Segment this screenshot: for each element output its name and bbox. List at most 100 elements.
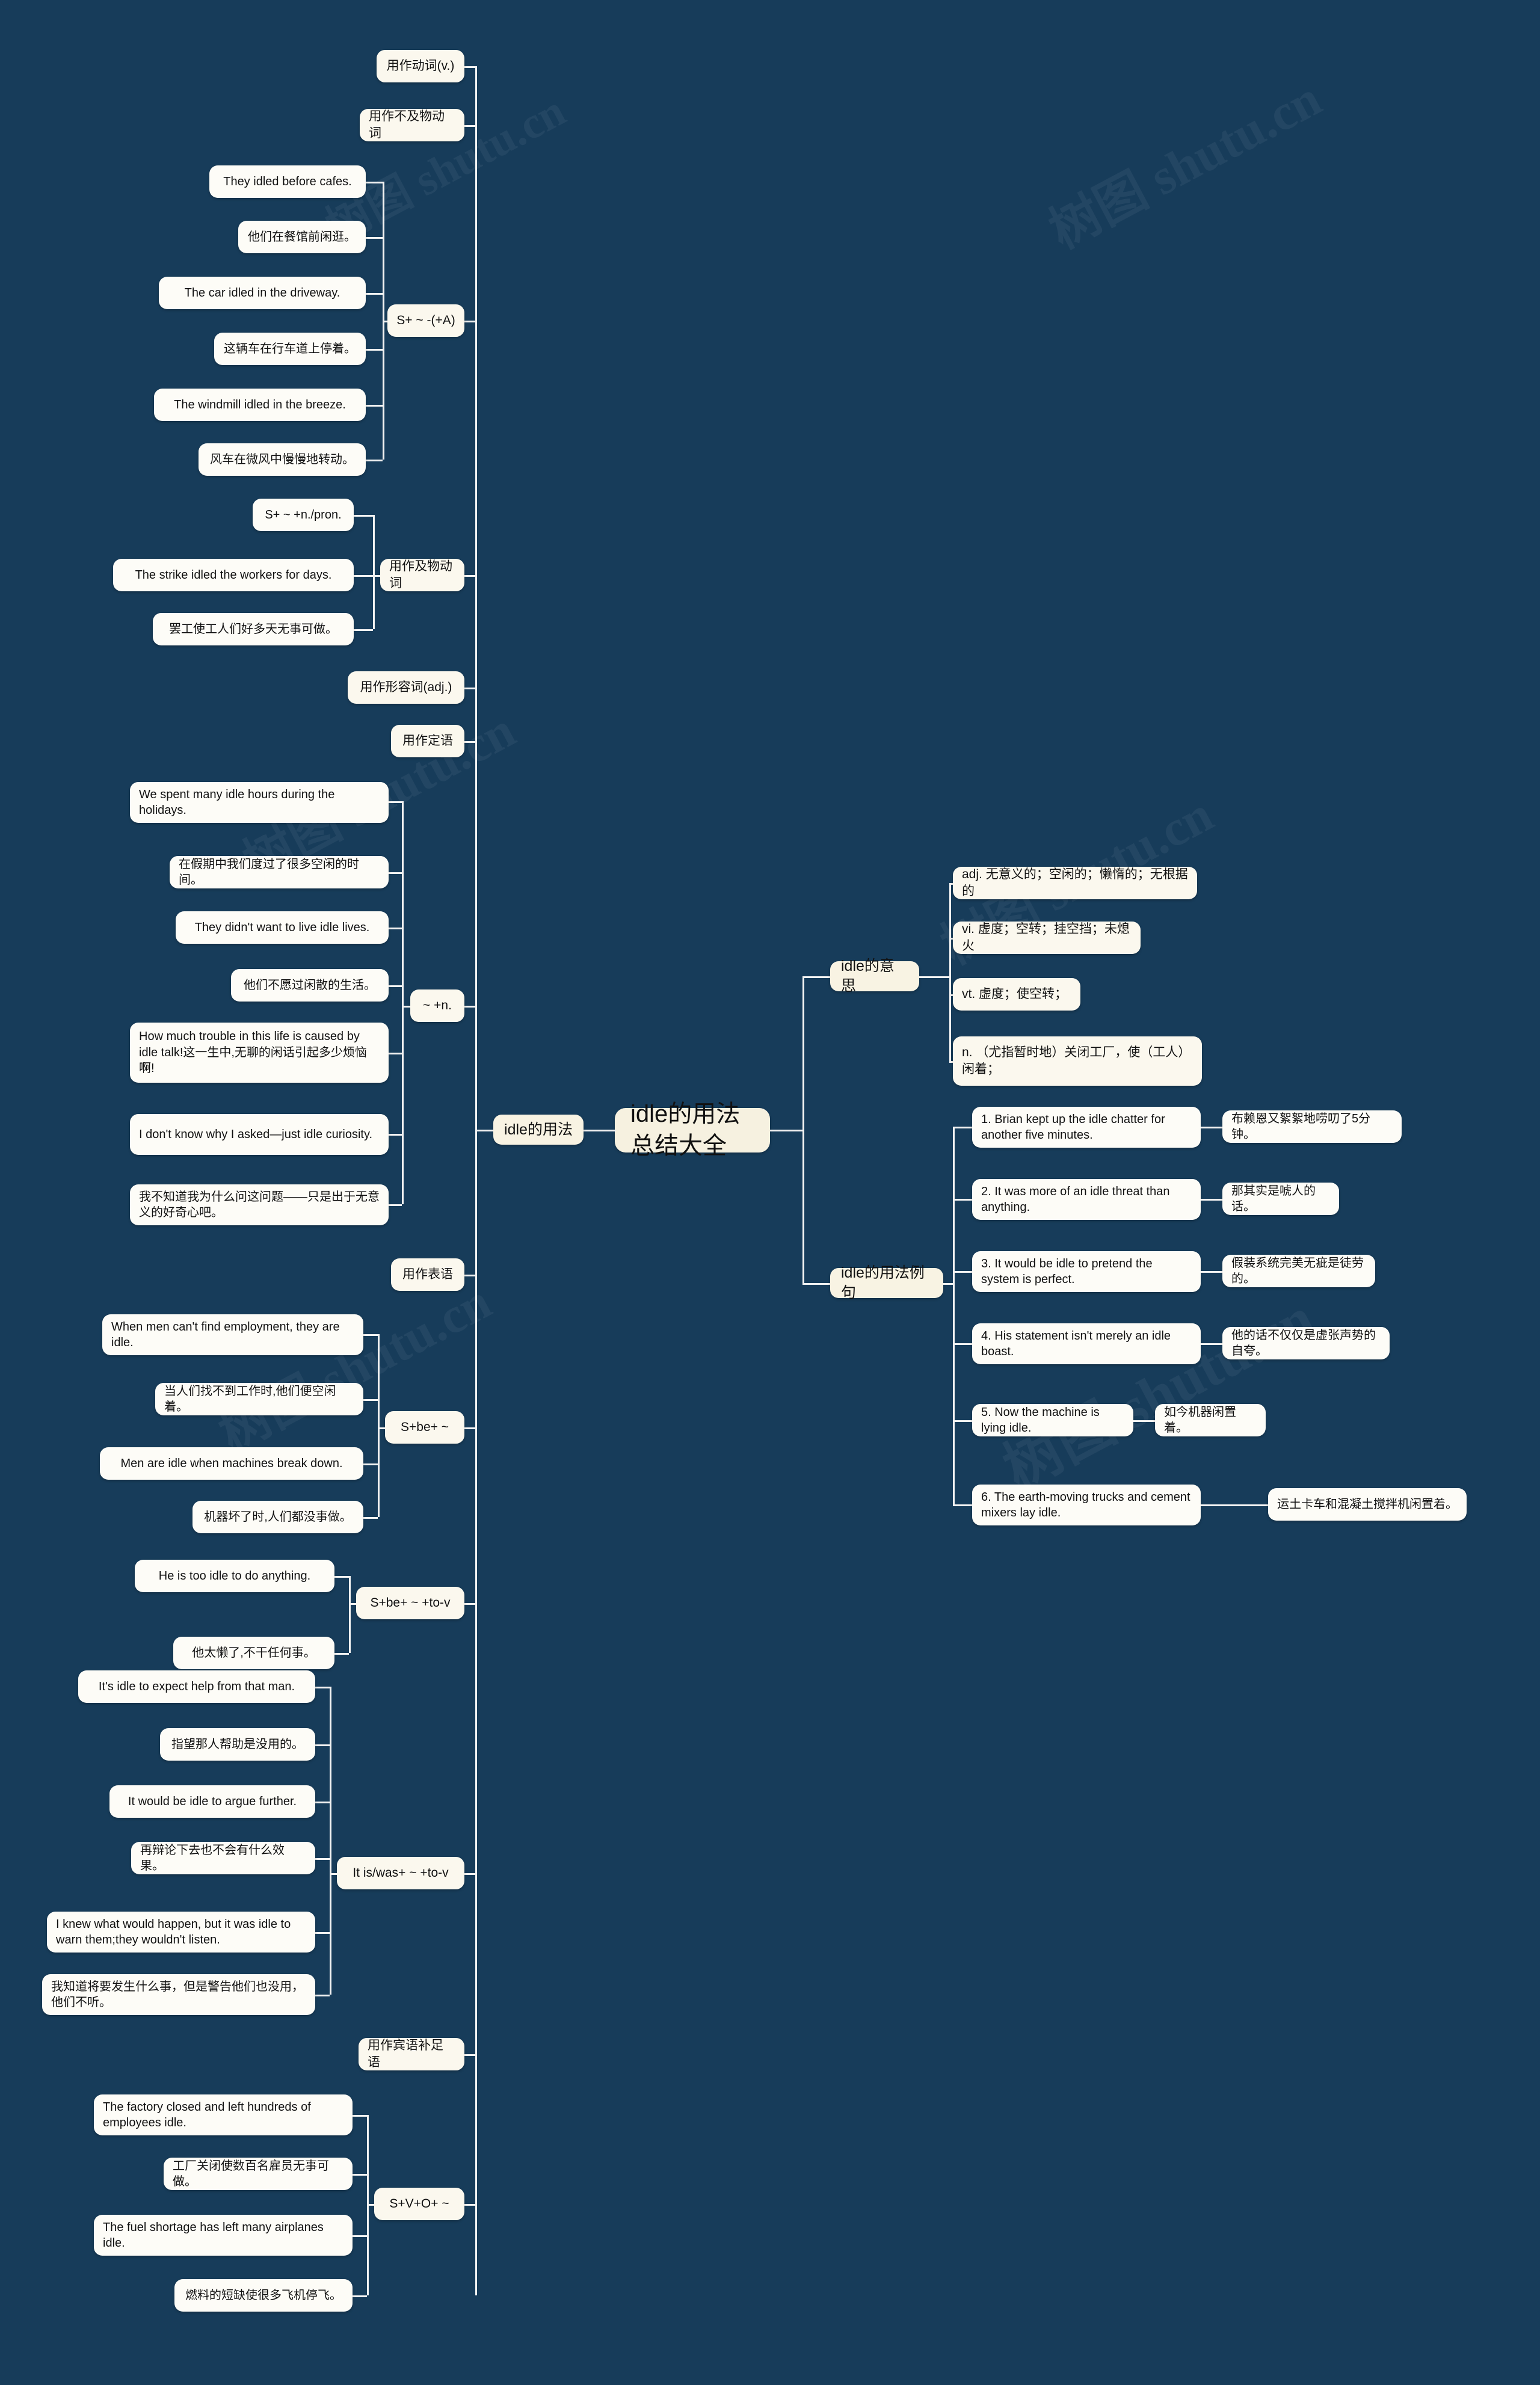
example-en[interactable]: 6. The earth-moving trucks and cement mi… — [972, 1485, 1201, 1525]
sentence-zh[interactable]: 这辆车在行车道上停着。 — [214, 333, 366, 365]
sentence-en[interactable]: The strike idled the workers for days. — [113, 559, 354, 591]
sentence-zh[interactable]: 机器坏了时,人们都没事做。 — [192, 1501, 363, 1533]
sentence-en[interactable]: It's idle to expect help from that man. — [78, 1670, 315, 1703]
pattern-s-be-tov[interactable]: S+be+ ~ +to-v — [356, 1587, 464, 1619]
usage-object-complement[interactable]: 用作宾语补足语 — [359, 2038, 464, 2070]
branch-meaning[interactable]: idle的意思 — [830, 958, 919, 994]
link-n-5 — [389, 1134, 402, 1136]
usage-verb[interactable]: 用作动词(v.) — [377, 50, 464, 82]
root-node[interactable]: idle的用法总结大全 — [615, 1101, 770, 1159]
sentence-zh[interactable]: 当人们找不到工作时,他们便空闲着。 — [155, 1383, 363, 1415]
sentence-en[interactable]: He is too idle to do anything. — [135, 1560, 334, 1592]
link-example-5-zh — [1201, 1504, 1268, 1506]
branch-examples[interactable]: idle的用法例句 — [830, 1264, 943, 1301]
link-itwas-2 — [315, 1802, 330, 1803]
sentence-en[interactable]: They idled before cafes. — [209, 165, 366, 198]
sentence-mixed[interactable]: How much trouble in this life is caused … — [130, 1023, 389, 1083]
sentence-en[interactable]: When men can't find employment, they are… — [102, 1314, 363, 1355]
link-trans-1 — [354, 575, 373, 577]
usage-transitive[interactable]: 用作及物动词 — [380, 559, 464, 591]
sentence-zh[interactable]: 他太懒了,不干任何事。 — [173, 1637, 334, 1669]
example-en[interactable]: 2. It was more of an idle threat than an… — [972, 1179, 1201, 1220]
sentence-zh[interactable]: 燃料的短缺使很多飞机停飞。 — [174, 2279, 353, 2312]
example-en[interactable]: 4. His statement isn't merely an idle bo… — [972, 1323, 1201, 1364]
sentence-en[interactable]: Men are idle when machines break down. — [100, 1447, 363, 1480]
pattern-svo[interactable]: S+V+O+ ~ — [374, 2188, 464, 2220]
link-example-2 — [953, 1271, 972, 1273]
sentence-zh[interactable]: 他们不愿过闲散的生活。 — [231, 969, 389, 1002]
example-en[interactable]: 1. Brian kept up the idle chatter for an… — [972, 1107, 1201, 1148]
link-pattern-sbe-hub — [378, 1427, 385, 1429]
link-sbe-2 — [363, 1463, 378, 1465]
link-usage-intrans — [464, 125, 475, 127]
sentence-zh[interactable]: 他们在餐馆前闲逛。 — [238, 221, 366, 253]
example-zh[interactable]: 他的话不仅仅是虚张声势的自夸。 — [1222, 1327, 1390, 1359]
sentence-zh[interactable]: 在假期中我们度过了很多空闲的时间。 — [170, 856, 389, 888]
pattern-s-be[interactable]: S+be+ ~ — [385, 1411, 464, 1444]
sentence-zh[interactable]: 风车在微风中慢慢地转动。 — [199, 443, 366, 476]
branch-usage[interactable]: idle的用法 — [493, 1115, 584, 1145]
meaning-item[interactable]: n. （尤指暂时地）关闭工厂，使（工人）闲着； — [953, 1036, 1202, 1086]
link-sbe-3 — [363, 1517, 378, 1519]
example-en[interactable]: 3. It would be idle to pretend the syste… — [972, 1251, 1201, 1292]
link-meaning-hub — [919, 976, 949, 978]
meaning-item[interactable]: vi. 虚度；空转；挂空挡；未熄火 — [953, 922, 1141, 954]
sentence-en[interactable]: The windmill idled in the breeze. — [154, 389, 366, 421]
sentence-en[interactable]: They didn't want to live idle lives. — [176, 911, 389, 944]
meaning-item[interactable]: vt. 虚度；使空转； — [953, 978, 1080, 1011]
link-sa-2 — [366, 293, 383, 295]
sentence-en[interactable]: I knew what would happen, but it was idl… — [47, 1912, 315, 1953]
example-zh[interactable]: 假装系统完美无疵是徒劳的。 — [1222, 1255, 1375, 1287]
link-pattern-n-hub — [402, 1006, 410, 1008]
link-example-2-zh — [1201, 1271, 1222, 1273]
pattern-s-a[interactable]: S+ ~ -(+A) — [387, 304, 464, 337]
sentence-zh[interactable]: 我知道将要发生什么事，但是警告他们也没用，他们不听。 — [42, 1974, 315, 2015]
example-zh[interactable]: 运土卡车和混凝土搅拌机闲置着。 — [1268, 1488, 1467, 1521]
link-usage-objcomp — [464, 2054, 475, 2056]
sentence-en[interactable]: We spent many idle hours during the holi… — [130, 782, 389, 823]
sentence-zh[interactable]: 再辩论下去也不会有什么效果。 — [131, 1842, 315, 1874]
sentence-zh[interactable]: 工厂关闭使数百名雇员无事可做。 — [164, 2158, 353, 2190]
sentence-en[interactable]: It would be idle to argue further. — [109, 1785, 315, 1818]
usage-intransitive[interactable]: 用作不及物动词 — [360, 109, 464, 141]
example-zh[interactable]: 那其实是唬人的话。 — [1222, 1183, 1339, 1215]
sentence-en[interactable]: The fuel shortage has left many airplane… — [94, 2215, 353, 2256]
sentence-en[interactable]: The car idled in the driveway. — [159, 277, 366, 309]
usage-predicative[interactable]: 用作表语 — [391, 1258, 464, 1291]
spine-pattern-sbe — [378, 1334, 380, 1517]
link-sa-0 — [366, 182, 383, 183]
sentence-en[interactable]: I don't know why I asked—just idle curio… — [130, 1114, 389, 1155]
link-pattern-svo-hub — [367, 2204, 374, 2206]
pattern-s-n-pron[interactable]: S+ ~ +n./pron. — [253, 499, 354, 531]
usage-attributive[interactable]: 用作定语 — [391, 725, 464, 757]
spine-examples — [953, 1127, 955, 1504]
sentence-zh[interactable]: 罢工使工人们好多天无事可做。 — [153, 613, 354, 645]
link-usage-snpron — [464, 575, 475, 577]
link-usage-svo — [464, 2204, 475, 2206]
link-example-1 — [953, 1199, 972, 1201]
link-trans-2 — [354, 629, 373, 631]
mindmap-canvas: 树图 shutu.cn 树图 shutu.cn 树图 shutu.cn 树图 s… — [0, 0, 1540, 2385]
link-root-usage — [584, 1130, 616, 1131]
sentence-zh[interactable]: 指望那人帮助是没用的。 — [160, 1728, 315, 1761]
link-n-1 — [389, 872, 402, 874]
link-sa-1 — [366, 237, 383, 239]
link-example-0 — [953, 1127, 972, 1128]
example-en[interactable]: 5. Now the machine is lying idle. — [972, 1404, 1133, 1436]
pattern-n[interactable]: ~ +n. — [410, 989, 464, 1022]
sentence-en[interactable]: The factory closed and left hundreds of … — [94, 2094, 353, 2135]
link-example-0-zh — [1201, 1127, 1222, 1128]
sentence-zh[interactable]: 我不知道我为什么问这问题——只是出于无意义的好奇心吧。 — [130, 1184, 389, 1225]
link-itwas-0 — [315, 1687, 330, 1688]
link-svo-2 — [353, 2235, 367, 2237]
link-itwas-1 — [315, 1744, 330, 1746]
spine-right — [802, 976, 804, 1284]
meaning-item[interactable]: adj. 无意义的；空闲的；懒惰的；无根据的 — [953, 867, 1197, 899]
link-svo-0 — [353, 2115, 367, 2117]
link-pattern-itwas-hub — [330, 1873, 337, 1875]
link-svo-3 — [353, 2295, 367, 2297]
example-zh[interactable]: 布赖恩又絮絮地唠叨了5分钟。 — [1222, 1110, 1402, 1143]
usage-adjective[interactable]: 用作形容词(adj.) — [348, 671, 464, 704]
pattern-it-was-tov[interactable]: It is/was+ ~ +to-v — [337, 1857, 464, 1889]
example-zh[interactable]: 如今机器闲置着。 — [1155, 1404, 1266, 1436]
